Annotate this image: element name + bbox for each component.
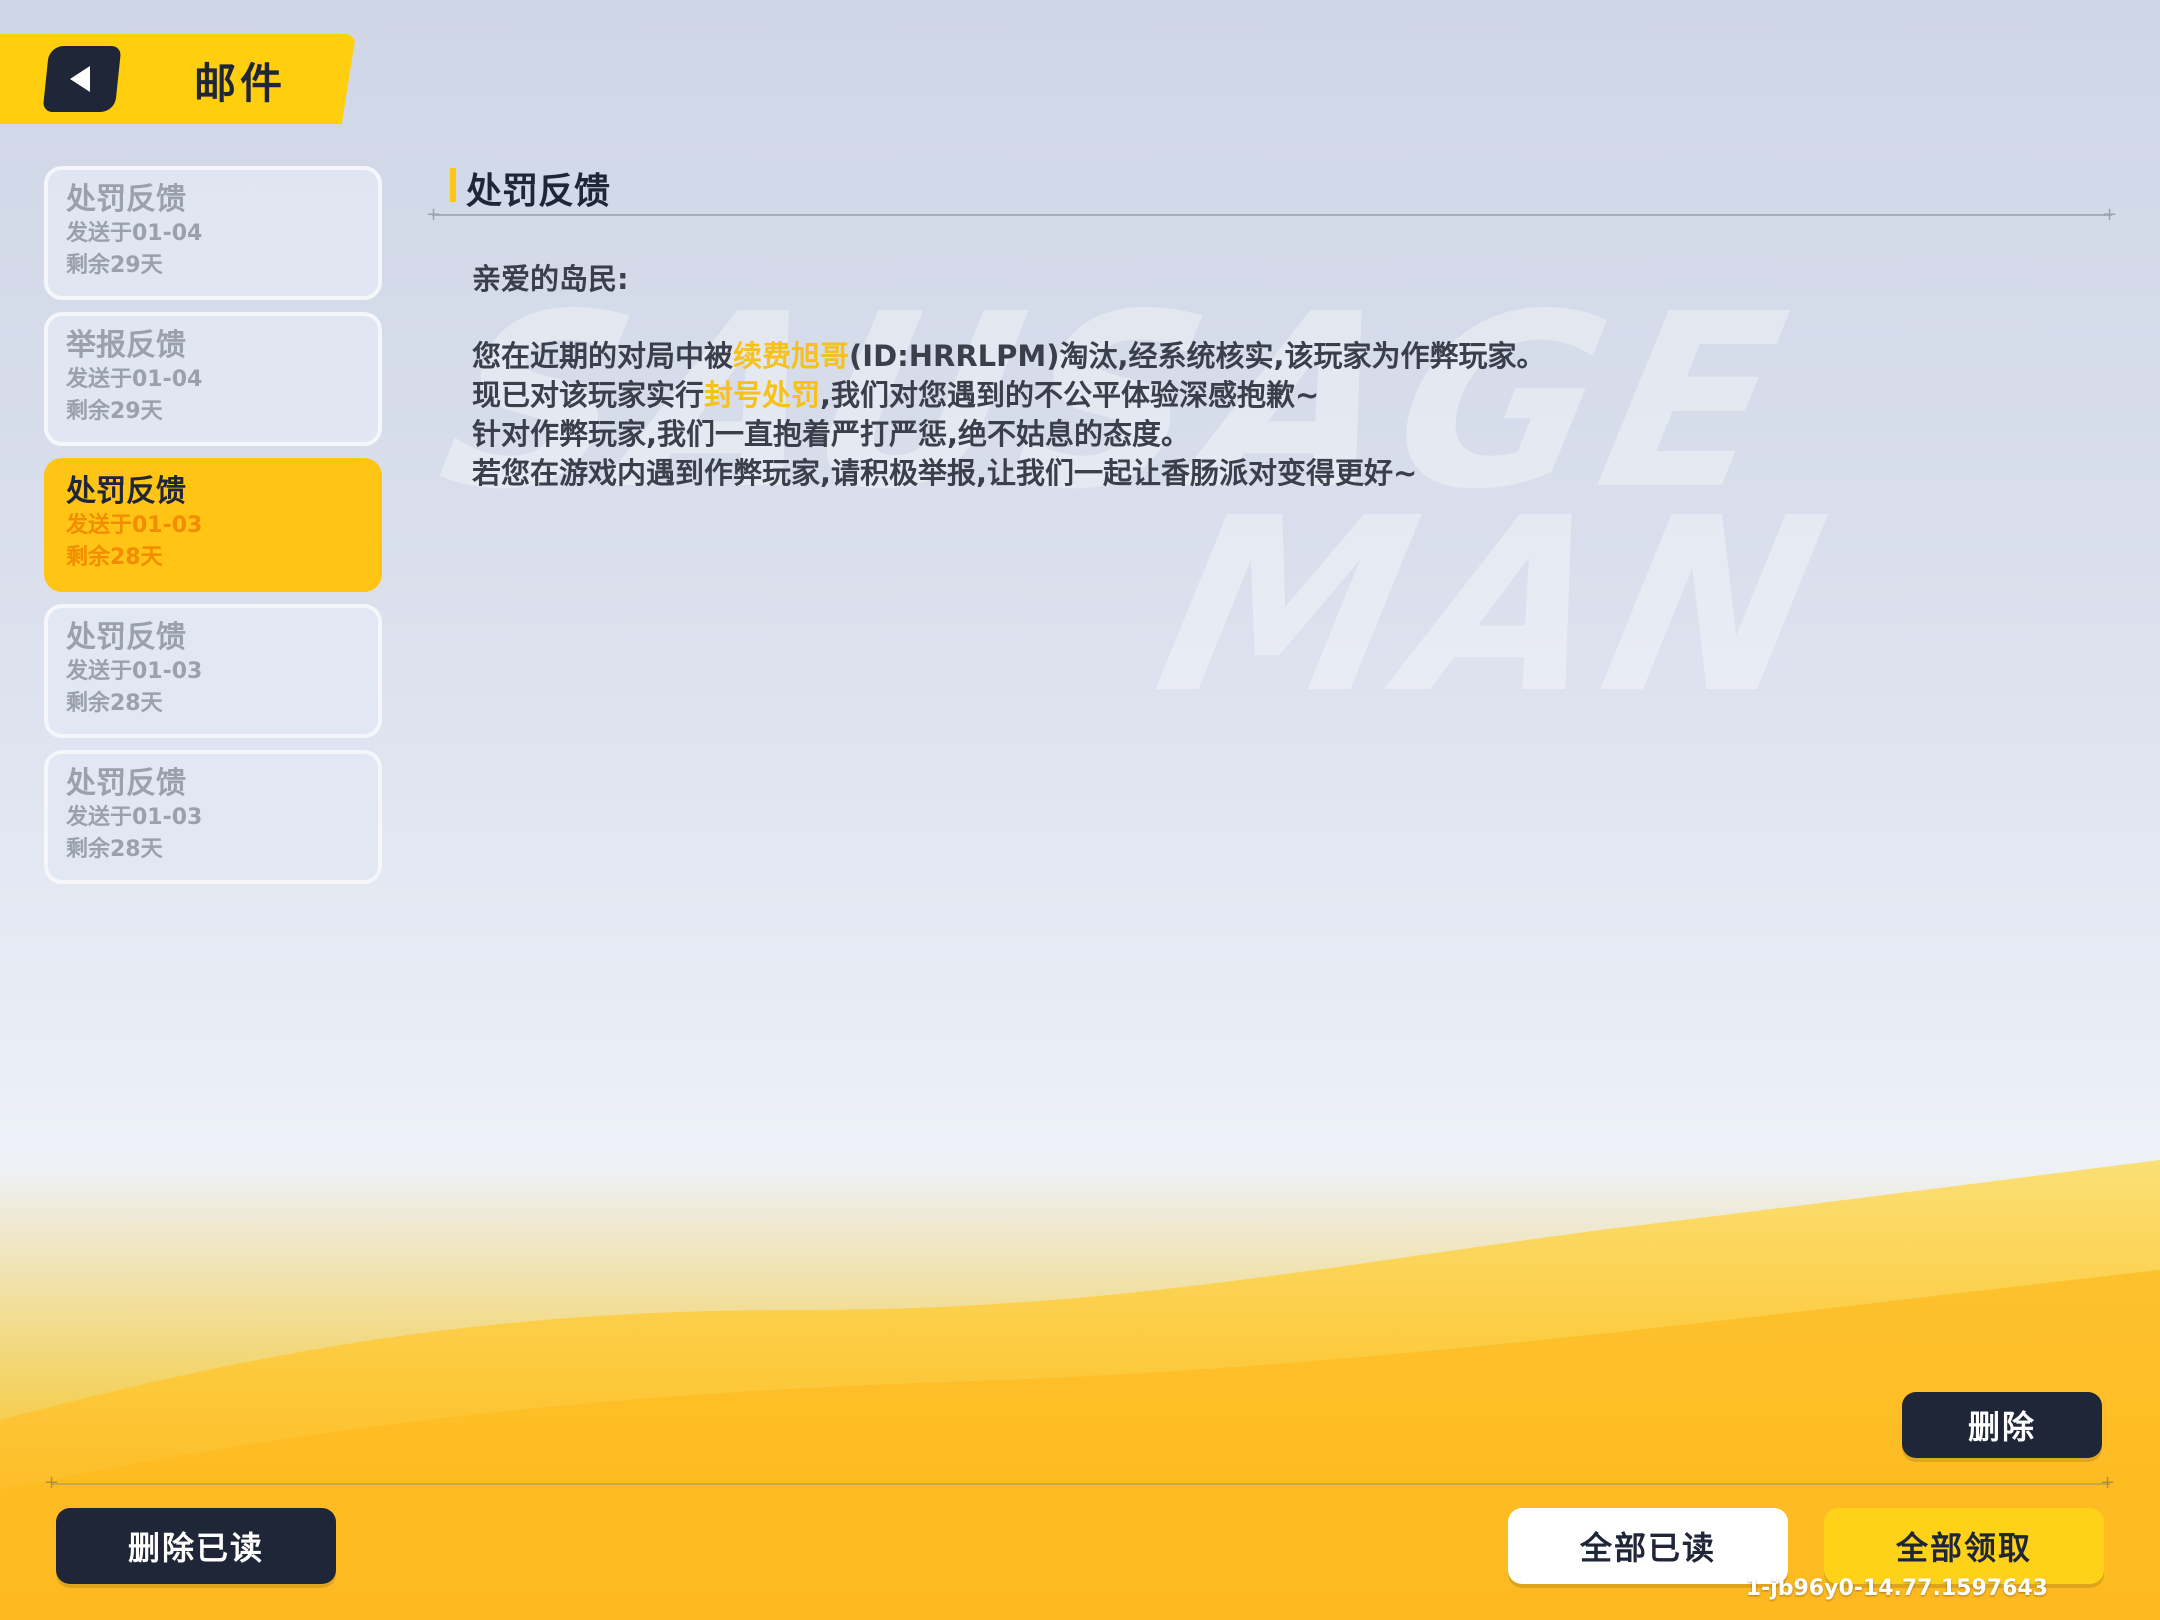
detail-title: 处罚反馈 <box>466 171 611 212</box>
plus-marker-icon: + <box>2102 204 2118 225</box>
mail-list: 处罚反馈 发送于01-04 剩余29天 举报反馈 发送于01-04 剩余29天 … <box>44 166 384 896</box>
detail-title-accent <box>450 168 456 202</box>
mail-item-remaining: 剩余29天 <box>66 399 163 424</box>
back-triangle-icon <box>70 66 90 92</box>
claim-all-button[interactable]: 全部领取 <box>1824 1508 2104 1584</box>
mail-line-3: 针对作弊玩家,我们一直抱着严打严惩,绝不姑息的态度。 <box>472 417 1191 451</box>
mail-item-title: 处罚反馈 <box>66 182 186 217</box>
bottom-divider <box>52 1483 2110 1485</box>
page-title: 邮件 <box>194 59 287 108</box>
mail-item-sent-date: 发送于01-03 <box>66 659 203 684</box>
mail-item-remaining: 剩余28天 <box>66 837 163 862</box>
detail-divider <box>432 214 2112 216</box>
mail-item[interactable]: 处罚反馈 发送于01-03 剩余28天 <box>44 750 382 884</box>
mail-item-title: 处罚反馈 <box>66 474 186 509</box>
mail-line-4: 若您在游戏内遇到作弊玩家,请积极举报,让我们一起让香肠派对变得更好~ <box>472 456 1418 490</box>
mail-line-2-text-a: 现已对该玩家实行 <box>472 378 705 412</box>
delete-read-button[interactable]: 删除已读 <box>56 1508 336 1584</box>
delete-button[interactable]: 删除 <box>1902 1392 2102 1458</box>
read-all-button[interactable]: 全部已读 <box>1508 1508 1788 1584</box>
offender-name: 续费旭哥 <box>733 339 850 373</box>
mail-item-title: 处罚反馈 <box>66 766 186 801</box>
plus-marker-icon: + <box>44 1472 60 1493</box>
mail-item-selected[interactable]: 处罚反馈 发送于01-03 剩余28天 <box>44 458 382 592</box>
mail-body: 亲爱的岛民: 您在近期的对局中被续费旭哥(ID:HRRLPM)淘汰,经系统核实,… <box>472 260 1546 493</box>
mail-item[interactable]: 处罚反馈 发送于01-04 剩余29天 <box>44 166 382 300</box>
mail-item-remaining: 剩余28天 <box>66 545 163 570</box>
mail-item-sent-date: 发送于01-04 <box>66 221 203 246</box>
mail-item[interactable]: 举报反馈 发送于01-04 剩余29天 <box>44 312 382 446</box>
mail-line-1-text-b: (ID:HRRLPM)淘汰,经系统核实,该玩家为作弊玩家。 <box>849 339 1546 373</box>
mail-item[interactable]: 处罚反馈 发送于01-03 剩余28天 <box>44 604 382 738</box>
mail-greeting: 亲爱的岛民: <box>472 262 629 296</box>
plus-marker-icon: + <box>426 204 442 225</box>
mail-line-1-text-a: 您在近期的对局中被 <box>472 339 734 373</box>
mail-line-2: 现已对该玩家实行封号处罚,我们对您遇到的不公平体验深感抱歉~ <box>472 376 1546 415</box>
mail-item-title: 举报反馈 <box>66 328 186 363</box>
plus-marker-icon: + <box>2100 1472 2116 1493</box>
version-label: 1-jb96y0-14.77.1597643 <box>1745 1576 2048 1601</box>
back-button[interactable] <box>42 46 122 112</box>
mail-item-remaining: 剩余28天 <box>66 691 163 716</box>
mail-item-title: 处罚反馈 <box>66 620 186 655</box>
mail-line-2-text-b: ,我们对您遇到的不公平体验深感抱歉~ <box>820 378 1320 412</box>
mail-item-sent-date: 发送于01-03 <box>66 805 203 830</box>
mail-line-1: 您在近期的对局中被续费旭哥(ID:HRRLPM)淘汰,经系统核实,该玩家为作弊玩… <box>472 337 1546 376</box>
penalty-type: 封号处罚 <box>704 378 821 412</box>
mail-item-remaining: 剩余29天 <box>66 253 163 278</box>
mail-item-sent-date: 发送于01-04 <box>66 367 203 392</box>
mail-item-sent-date: 发送于01-03 <box>66 513 203 538</box>
